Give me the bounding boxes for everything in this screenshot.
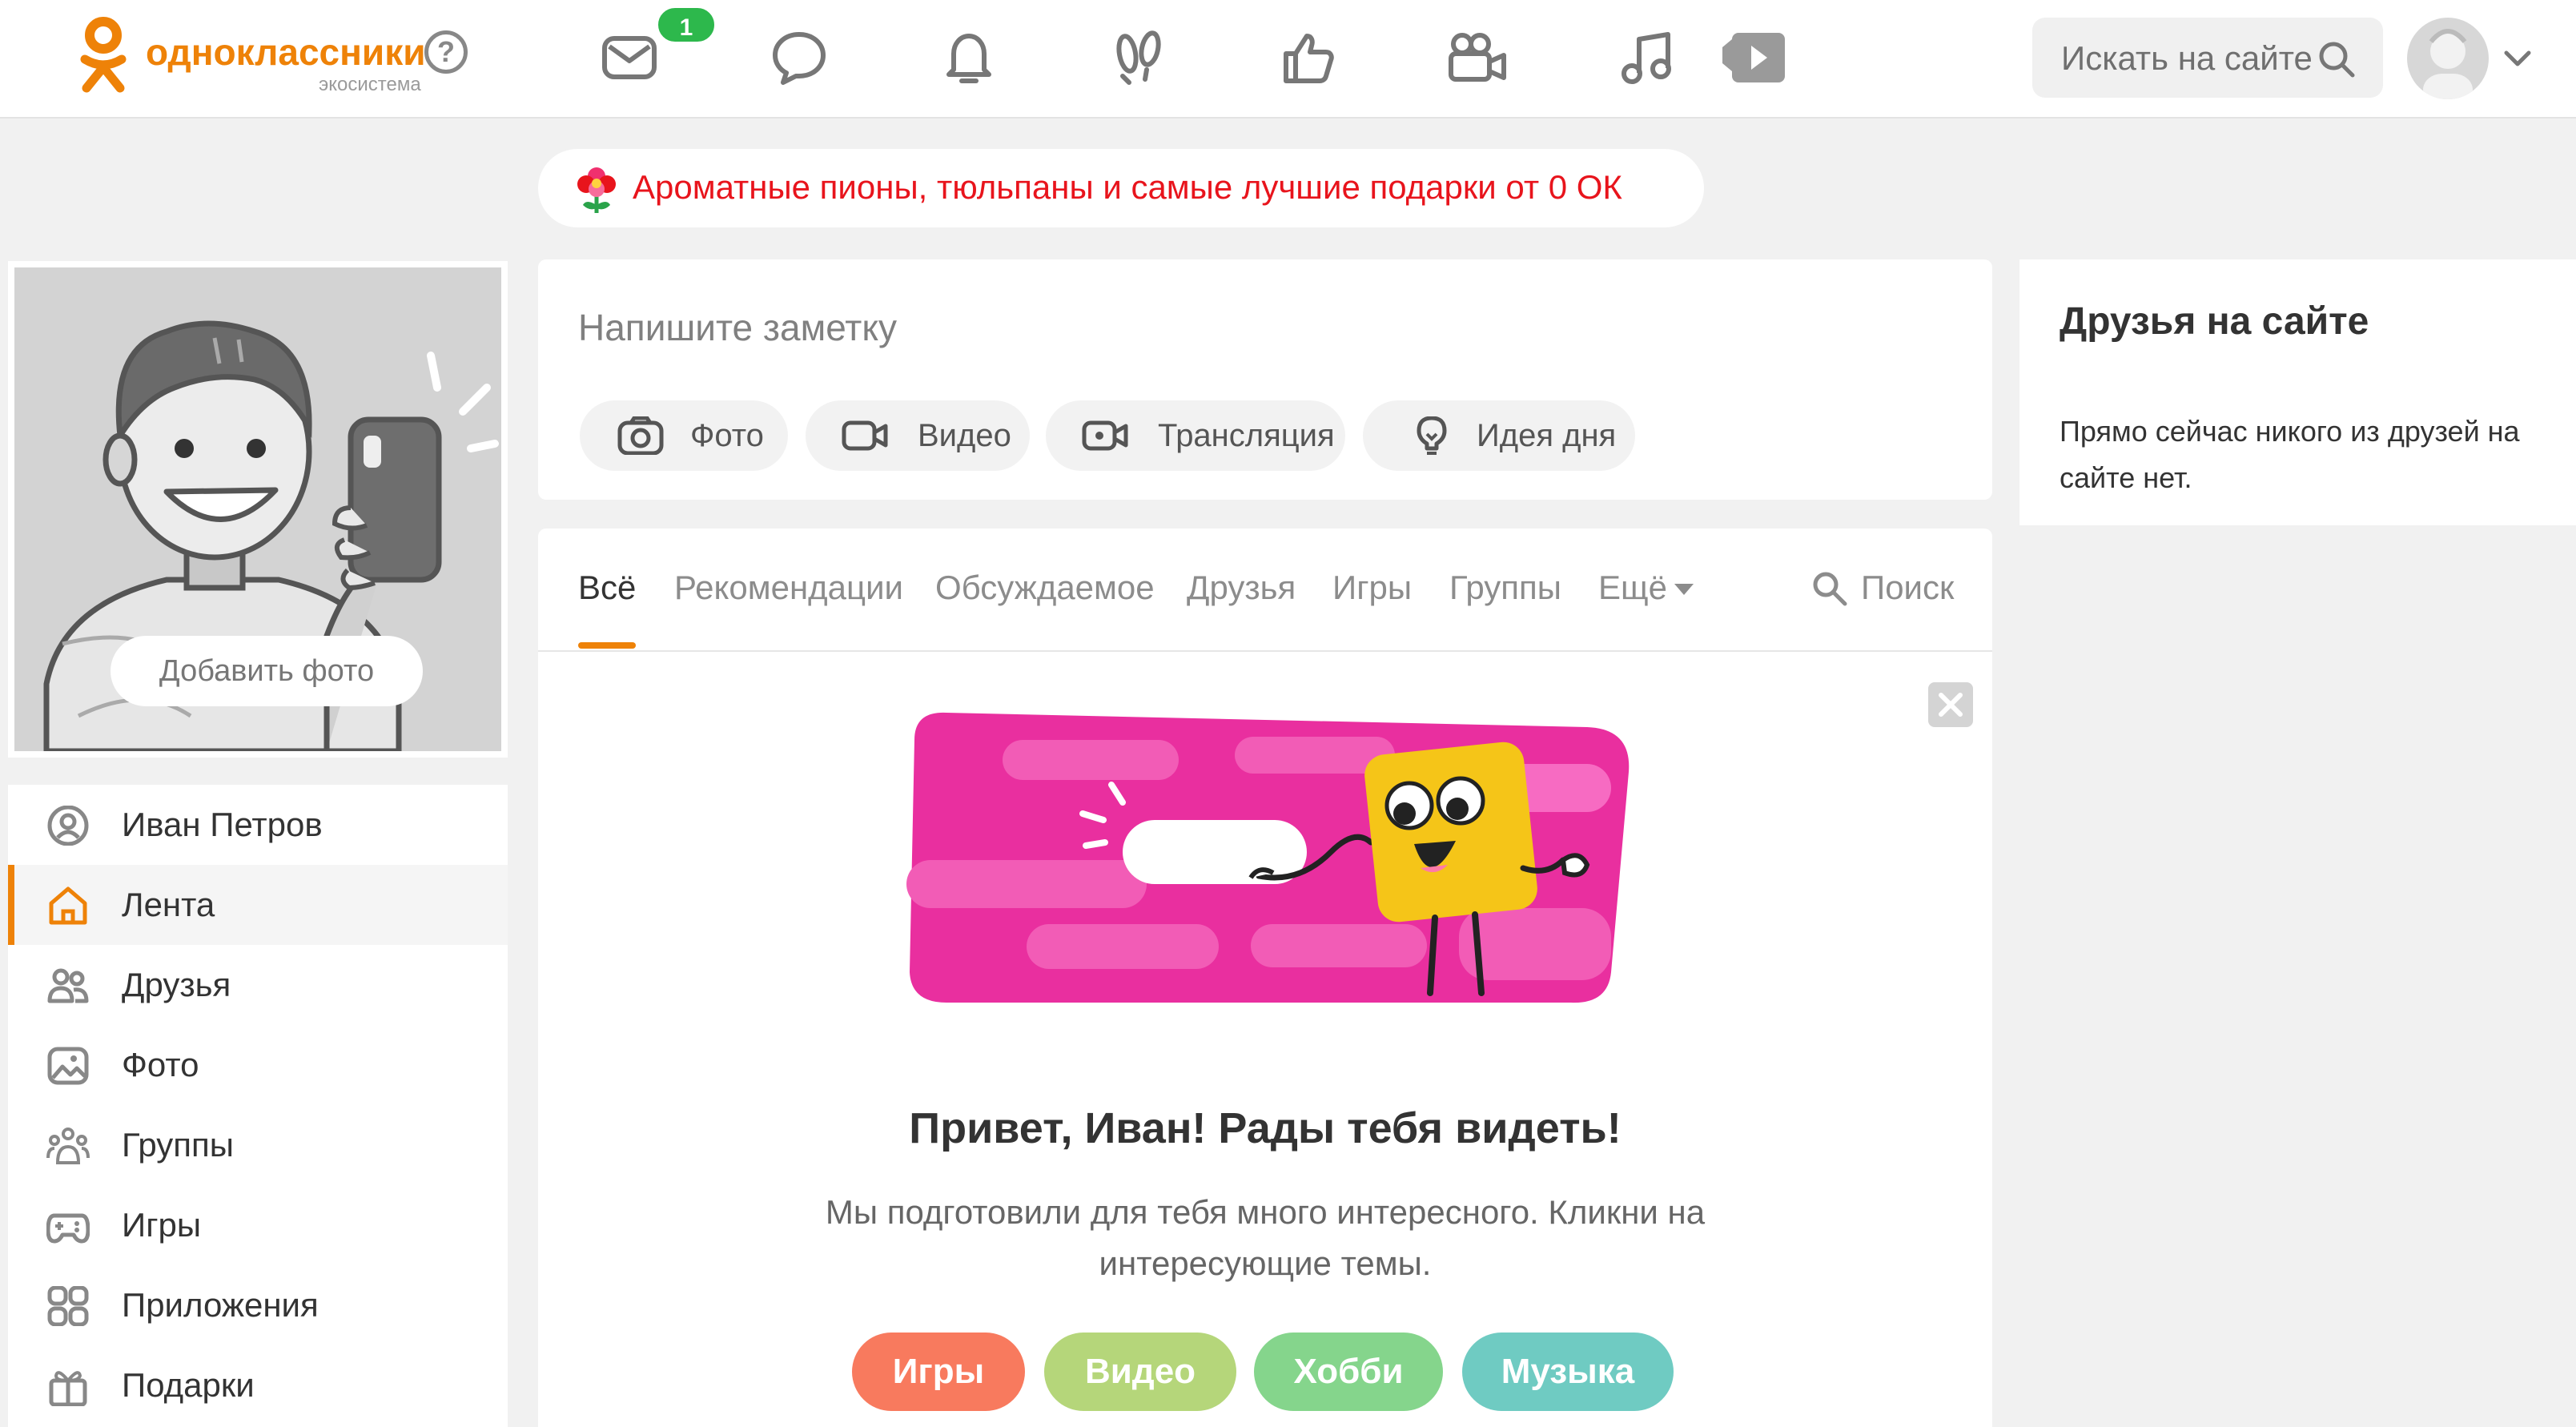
sidebar-item-label: Фото: [122, 1046, 199, 1083]
music-icon[interactable]: [1614, 24, 1682, 91]
promo-banner[interactable]: Ароматные пионы, тюльпаны и самые лучшие…: [538, 149, 1704, 227]
sidebar-item-games[interactable]: Игры: [8, 1185, 508, 1265]
friends-online-panel: Друзья на сайте Прямо сейчас никого из д…: [2019, 259, 2576, 525]
avatar-placeholder-icon: [2423, 29, 2473, 99]
welcome-illustration: [906, 712, 1630, 1003]
photo-icon: [47, 1047, 89, 1085]
topic-games-button[interactable]: Игры: [852, 1333, 1025, 1411]
compose-button-label: Идея дня: [1477, 418, 1617, 453]
compose-button-label: Трансляция: [1158, 418, 1335, 453]
search-icon[interactable]: [2314, 37, 2359, 82]
compose-photo-button[interactable]: Фото: [580, 400, 788, 471]
ok-logo-icon: [80, 17, 127, 93]
chat-icon[interactable]: [766, 24, 833, 91]
sidebar-item-profile[interactable]: Иван Петров: [8, 785, 508, 865]
compose-stream-button[interactable]: Трансляция: [1046, 400, 1345, 471]
sidebar-item-groups[interactable]: Группы: [8, 1105, 508, 1185]
sidebar-item-photos[interactable]: Фото: [8, 1025, 508, 1105]
sidebar-item-label: Друзья: [122, 966, 231, 1003]
user-avatar[interactable]: [2407, 18, 2489, 99]
search-icon: [1813, 572, 1847, 606]
promo-text: Ароматные пионы, тюльпаны и самые лучшие…: [633, 168, 1622, 206]
site-search-input[interactable]: [2060, 35, 2319, 82]
gift-icon: [49, 1371, 87, 1406]
sidebar-item-apps[interactable]: Приложения: [8, 1265, 508, 1345]
video-icon: [842, 420, 888, 451]
topic-video-button[interactable]: Видео: [1044, 1333, 1236, 1411]
sidebar-item-label: Игры: [122, 1206, 202, 1244]
stream-icon: [1082, 420, 1128, 451]
tab-friends[interactable]: Друзья: [1187, 569, 1296, 607]
compose-idea-button[interactable]: Идея дня: [1363, 400, 1635, 471]
footprints-icon[interactable]: [1105, 24, 1172, 91]
mail-icon[interactable]: [596, 24, 663, 91]
sidebar-item-friends[interactable]: Друзья: [8, 945, 508, 1025]
help-icon[interactable]: ?: [424, 30, 468, 74]
apps-icon: [47, 1286, 89, 1326]
sidebar-item-label: Подарки: [122, 1366, 255, 1404]
messages-badge: 1: [655, 5, 717, 45]
sidebar-item-feed[interactable]: Лента: [8, 865, 508, 945]
topic-hobby-button[interactable]: Хобби: [1254, 1333, 1443, 1411]
left-sidebar-menu: Иван Петров Лента Друзья Фото Группы Игр…: [8, 785, 508, 1427]
logo-text: одноклассники: [146, 31, 426, 73]
sidebar-item-gifts[interactable]: Подарки: [8, 1345, 508, 1425]
add-photo-button[interactable]: Добавить фото: [111, 636, 423, 706]
news-feed: Всё Рекомендации Обсуждаемое Друзья Игры…: [538, 529, 1992, 1427]
top-bar: одноклассники экосистема ? 1: [0, 0, 2576, 119]
close-icon[interactable]: [1928, 682, 1973, 727]
tab-groups[interactable]: Группы: [1449, 569, 1561, 607]
note-composer[interactable]: Напишите заметку Фото Видео Трансляция И…: [538, 259, 1992, 500]
compose-button-label: Видео: [918, 418, 1011, 453]
flower-icon: [577, 167, 616, 213]
sidebar-item-label: Иван Петров: [122, 806, 323, 843]
like-icon[interactable]: [1275, 24, 1342, 91]
sidebar-item-label: Группы: [122, 1126, 234, 1164]
video-play-icon[interactable]: [1720, 24, 1787, 91]
feed-tabs: Всё Рекомендации Обсуждаемое Друзья Игры…: [538, 529, 1992, 652]
profile-photo-placeholder[interactable]: Добавить фото: [14, 267, 501, 751]
logo-subtext: экосистема: [319, 74, 421, 95]
lightbulb-icon: [1417, 416, 1447, 455]
friends-icon: [47, 968, 89, 1003]
compose-video-button[interactable]: Видео: [806, 400, 1030, 471]
friends-online-title: Друзья на сайте: [2060, 300, 2369, 343]
ok-logo[interactable]: одноклассники экосистема ?: [75, 16, 492, 104]
note-input-placeholder[interactable]: Напишите заметку: [578, 306, 897, 349]
sidebar-item-label: Приложения: [122, 1286, 319, 1324]
tab-recommendations[interactable]: Рекомендации: [674, 569, 903, 607]
sidebar-item-label: Лента: [122, 886, 215, 923]
tab-more[interactable]: Ещё: [1598, 569, 1667, 607]
compose-button-label: Фото: [690, 418, 764, 453]
friends-online-text: Прямо сейчас никого из друзей на сайте н…: [2060, 415, 2520, 494]
active-tab-indicator: [578, 642, 636, 649]
site-search[interactable]: [2032, 18, 2383, 98]
welcome-text: Мы подготовили для тебя много интересног…: [825, 1193, 1706, 1282]
topic-music-button[interactable]: Музыка: [1462, 1333, 1674, 1411]
profile-card: Добавить фото: [8, 261, 508, 758]
feed-search-label: Поиск: [1861, 569, 1955, 606]
home-icon: [49, 886, 87, 925]
user-icon: [47, 806, 89, 846]
welcome-title: Привет, Иван! Рады тебя видеть!: [909, 1104, 1622, 1152]
camera-icon: [617, 416, 664, 455]
tab-games[interactable]: Игры: [1332, 569, 1412, 607]
tab-discussed[interactable]: Обсуждаемое: [935, 569, 1155, 607]
video-camera-icon[interactable]: [1445, 24, 1512, 91]
bell-icon[interactable]: [935, 24, 1003, 91]
gamepad-icon: [46, 1213, 90, 1244]
caret-down-icon[interactable]: [1674, 583, 1694, 596]
groups-icon: [46, 1128, 90, 1164]
chevron-down-icon[interactable]: [2500, 42, 2535, 74]
tab-all[interactable]: Всё: [578, 569, 636, 607]
